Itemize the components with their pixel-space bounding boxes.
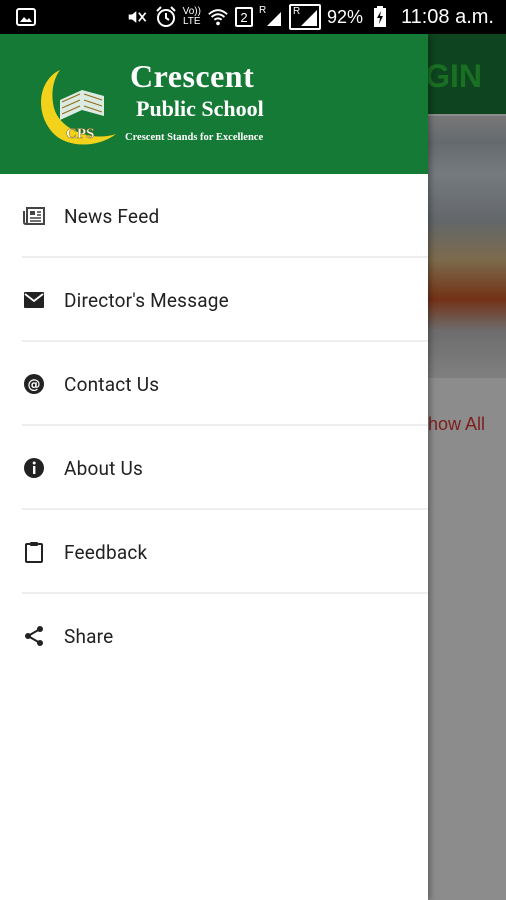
signal-2-icon: R <box>288 4 321 30</box>
newspaper-icon <box>22 204 46 228</box>
menu-item-label: Feedback <box>64 540 148 564</box>
menu-item-share[interactable]: Share <box>0 594 428 678</box>
school-motto: Crescent Stands for Excellence <box>125 132 264 143</box>
navigation-drawer: CPS Crescent Public School Crescent Stan… <box>0 34 428 900</box>
volte-indicator: Vo)) LTE <box>183 7 201 27</box>
gallery-notification-icon <box>16 8 36 30</box>
status-bar: Vo)) LTE 2 R R 92% 11:08 a.m. <box>0 0 506 34</box>
school-name-title: Crescent <box>130 58 255 94</box>
menu-item-about-us[interactable]: About Us <box>0 426 428 510</box>
clock: 11:08 a.m. <box>400 5 494 28</box>
info-icon <box>22 456 46 480</box>
school-crest-logo: CPS <box>32 64 132 148</box>
svg-text:@: @ <box>28 378 41 393</box>
menu-item-label: News Feed <box>64 204 160 228</box>
menu-item-label: Contact Us <box>64 372 160 396</box>
svg-text:CPS: CPS <box>66 126 94 142</box>
menu-item-directors-message[interactable]: Director's Message <box>0 258 428 342</box>
wifi-icon <box>207 6 229 28</box>
at-sign-icon: @ <box>22 372 46 396</box>
sim-number-badge: 2 <box>234 7 253 27</box>
alarm-icon <box>155 6 177 28</box>
envelope-icon <box>22 288 46 312</box>
school-name-subtitle: Public School <box>136 96 264 121</box>
menu-item-label: Director's Message <box>64 288 229 312</box>
menu-item-contact-us[interactable]: @ Contact Us <box>0 342 428 426</box>
menu-item-label: About Us <box>64 456 144 480</box>
signal-1-icon: R <box>259 6 283 28</box>
menu-item-label: Share <box>64 624 114 648</box>
mute-icon <box>127 6 149 28</box>
drawer-header: CPS Crescent Public School Crescent Stan… <box>0 34 428 174</box>
menu-item-news-feed[interactable]: News Feed <box>0 174 428 258</box>
clipboard-icon <box>22 540 46 564</box>
share-icon <box>22 624 46 648</box>
battery-percent: 92% <box>326 6 363 27</box>
drawer-menu: News Feed Director's Message @ Contact U… <box>0 174 428 678</box>
volte-bottom-text: LTE <box>182 16 201 27</box>
menu-item-feedback[interactable]: Feedback <box>0 510 428 594</box>
battery-charging-icon <box>369 6 391 28</box>
